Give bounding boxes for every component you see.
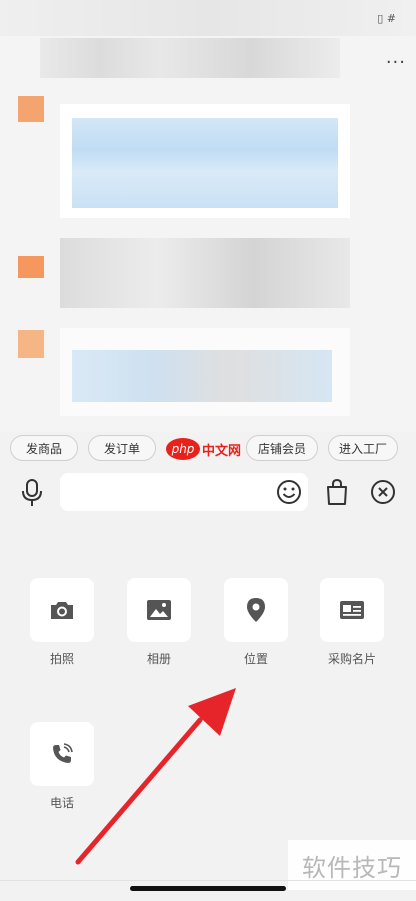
panel-item-business-card[interactable]: 采购名片 — [320, 578, 384, 667]
home-indicator — [130, 886, 286, 891]
blurred-message-content — [72, 118, 338, 208]
emoji-icon[interactable] — [276, 479, 302, 505]
quick-action-enter-factory[interactable]: 进入工厂 — [328, 435, 398, 461]
panel-item-label: 电话 — [49, 796, 74, 810]
quick-action-post-order[interactable]: 发订单 — [88, 435, 156, 461]
phone-icon — [53, 743, 73, 763]
business-card-tile[interactable] — [320, 578, 384, 642]
blurred-avatar — [18, 96, 44, 122]
blurred-header — [0, 0, 416, 36]
image-icon — [147, 600, 171, 620]
blurred-avatar — [18, 256, 44, 278]
panel-item-phone[interactable]: 电话 — [30, 722, 94, 811]
location-tile[interactable] — [224, 578, 288, 642]
panel-item-label: 相册 — [146, 652, 171, 666]
chat-message-area: ▯ # ··· — [0, 0, 416, 432]
microphone-icon[interactable] — [18, 478, 46, 508]
blurred-message-bubble — [60, 238, 350, 308]
location-pin-icon — [247, 598, 265, 622]
more-options-icon[interactable]: ··· — [386, 52, 406, 73]
album-tile[interactable] — [127, 578, 191, 642]
battery-icon: ▯ # — [377, 12, 396, 25]
close-panel-icon[interactable] — [370, 479, 396, 505]
logo-php-text: php — [166, 438, 200, 460]
panel-item-label: 拍照 — [49, 652, 74, 666]
panel-item-album[interactable]: 相册 — [127, 578, 191, 667]
blurred-avatar — [18, 330, 44, 358]
quick-action-store-member[interactable]: 店铺会员 — [246, 435, 318, 461]
panel-item-location[interactable]: 位置 — [224, 578, 288, 667]
camera-tile[interactable] — [30, 578, 94, 642]
blurred-message-content — [72, 350, 332, 402]
phone-tile[interactable] — [30, 722, 94, 786]
panel-item-label: 采购名片 — [327, 652, 376, 666]
message-input-row — [0, 470, 416, 516]
panel-item-label: 位置 — [243, 652, 268, 666]
camera-icon — [51, 602, 73, 619]
quick-action-post-product[interactable]: 发商品 — [10, 435, 78, 461]
business-card-icon — [340, 601, 364, 619]
logo-cn-text: 中文网 — [202, 443, 242, 459]
watermark: 软件技巧 — [288, 840, 416, 890]
divider — [0, 880, 416, 881]
blurred-title — [40, 38, 340, 78]
message-input[interactable] — [60, 473, 308, 511]
shopping-bag-icon[interactable] — [325, 478, 349, 506]
panel-item-camera[interactable]: 拍照 — [30, 578, 94, 667]
php-cn-logo: php 中文网 — [166, 437, 252, 461]
